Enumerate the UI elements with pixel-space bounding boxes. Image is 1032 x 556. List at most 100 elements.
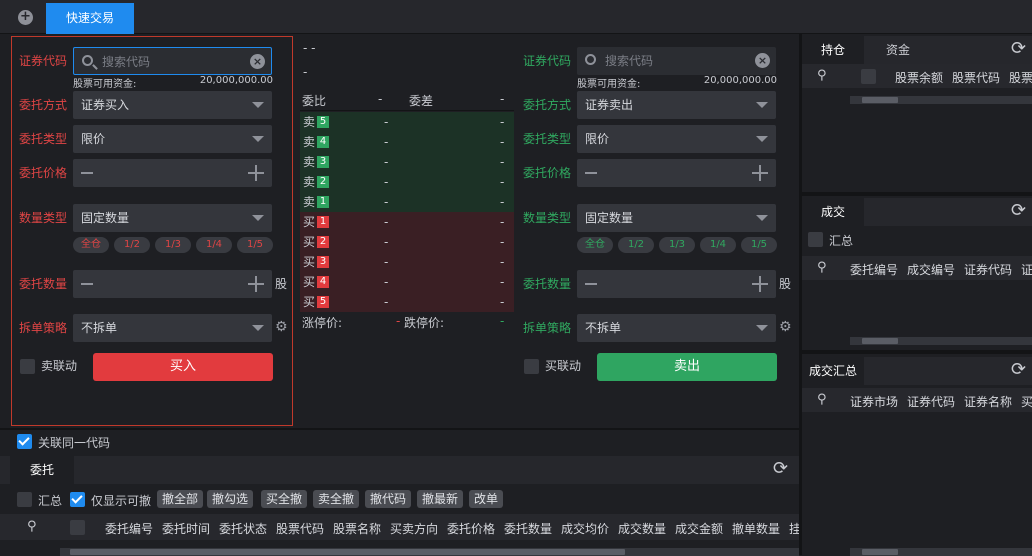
- col-more[interactable]: 买: [1021, 393, 1032, 410]
- buy-button[interactable]: 买入: [93, 353, 273, 381]
- col-stock-balance[interactable]: 股票余额: [895, 69, 943, 86]
- sell-order-way-select[interactable]: 证券卖出: [577, 91, 776, 119]
- col-order-no[interactable]: 委托编号: [105, 520, 153, 537]
- plus-icon[interactable]: [248, 165, 264, 181]
- sell-split-select[interactable]: 不拆单: [577, 314, 776, 342]
- buy-search-input[interactable]: 搜索代码 ×: [73, 47, 272, 75]
- cancel-selected-button[interactable]: 撤勾选: [207, 490, 254, 508]
- sell-chip-third[interactable]: 1/3: [659, 237, 695, 253]
- col-security-code[interactable]: 证券代码: [907, 393, 955, 410]
- search-icon[interactable]: ⚲: [27, 519, 37, 534]
- buy-qty-type-select[interactable]: 固定数量: [73, 204, 272, 232]
- buy-row-5[interactable]: 买 5 - -: [300, 292, 514, 312]
- refresh-icon[interactable]: ⟳: [1011, 359, 1026, 380]
- buy-row-3[interactable]: 买 3 - -: [300, 252, 514, 272]
- sell-chip-fifth[interactable]: 1/5: [741, 237, 777, 253]
- sell-order-type-select[interactable]: 限价: [577, 125, 776, 153]
- add-tab-icon[interactable]: +: [18, 10, 33, 25]
- tab-quick-trade[interactable]: 快速交易: [46, 3, 134, 34]
- col-order-no[interactable]: 委托编号: [850, 261, 898, 278]
- buy-link-checkbox[interactable]: [20, 359, 35, 374]
- search-icon[interactable]: ⚲: [817, 392, 827, 407]
- buy-qty-stepper[interactable]: [73, 270, 272, 298]
- sell-button[interactable]: 卖出: [597, 353, 777, 381]
- sell-qty-stepper[interactable]: [577, 270, 776, 298]
- refresh-icon[interactable]: ⟳: [773, 458, 788, 479]
- select-all-checkbox[interactable]: [70, 520, 85, 535]
- buy-row-4[interactable]: 买 4 - -: [300, 272, 514, 292]
- col-stock-name[interactable]: 股票名称: [333, 520, 381, 537]
- gear-icon[interactable]: ⚙: [779, 319, 792, 335]
- sell-row-2[interactable]: 卖 2 - -: [300, 172, 514, 192]
- sell-row-3[interactable]: 卖 3 - -: [300, 152, 514, 172]
- buy-row-1[interactable]: 买 1 - -: [300, 212, 514, 232]
- sell-link-checkbox[interactable]: [524, 359, 539, 374]
- buy-chip-third[interactable]: 1/3: [155, 237, 191, 253]
- cancel-by-code-button[interactable]: 撤代码: [365, 490, 412, 508]
- col-cancel-qty[interactable]: 撤单数量: [732, 520, 780, 537]
- tab-funds[interactable]: 资金: [866, 36, 930, 64]
- tab-orders[interactable]: 委托: [10, 456, 74, 484]
- col-order-time[interactable]: 委托时间: [162, 520, 210, 537]
- col-filled-qty[interactable]: 成交数量: [618, 520, 666, 537]
- col-more[interactable]: 挂: [789, 520, 799, 537]
- minus-icon[interactable]: [81, 283, 93, 285]
- minus-icon[interactable]: [585, 172, 597, 174]
- sell-chip-quarter[interactable]: 1/4: [700, 237, 736, 253]
- col-order-status[interactable]: 委托状态: [219, 520, 267, 537]
- orders-summary-checkbox[interactable]: [17, 492, 32, 507]
- cancel-all-sells-button[interactable]: 卖全撤: [313, 490, 360, 508]
- sell-row-4[interactable]: 卖 4 - -: [300, 132, 514, 152]
- buy-order-type-select[interactable]: 限价: [73, 125, 272, 153]
- only-cancelable-checkbox[interactable]: [70, 492, 85, 507]
- sell-row-5[interactable]: 卖 5 - -: [300, 112, 514, 132]
- buy-price-stepper[interactable]: [73, 159, 272, 187]
- col-security-code[interactable]: 证券代码: [964, 261, 1012, 278]
- minus-icon[interactable]: [81, 172, 93, 174]
- minus-icon[interactable]: [585, 283, 597, 285]
- buy-chip-half[interactable]: 1/2: [114, 237, 150, 253]
- modify-order-button[interactable]: 改单: [469, 490, 504, 508]
- buy-chip-all[interactable]: 全仓: [73, 237, 109, 253]
- clear-icon[interactable]: ×: [250, 54, 265, 69]
- buy-split-select[interactable]: 不拆单: [73, 314, 272, 342]
- tab-trades[interactable]: 成交: [802, 198, 864, 226]
- plus-icon[interactable]: [752, 165, 768, 181]
- sell-price-stepper[interactable]: [577, 159, 776, 187]
- tab-trade-summary[interactable]: 成交汇总: [802, 357, 864, 385]
- refresh-icon[interactable]: ⟳: [1011, 200, 1026, 221]
- plus-icon[interactable]: [248, 276, 264, 292]
- clear-icon[interactable]: ×: [755, 53, 770, 68]
- buy-order-way-select[interactable]: 证券买入: [73, 91, 272, 119]
- sell-search-input[interactable]: 搜索代码 ×: [577, 47, 776, 75]
- col-order-qty[interactable]: 委托数量: [504, 520, 552, 537]
- search-icon[interactable]: ⚲: [817, 260, 827, 275]
- trades-summary-checkbox[interactable]: [808, 232, 823, 247]
- col-trade-no[interactable]: 成交编号: [907, 261, 955, 278]
- sell-chip-all[interactable]: 全仓: [577, 237, 613, 253]
- cancel-latest-button[interactable]: 撤最新: [417, 490, 464, 508]
- link-same-code-checkbox[interactable]: [17, 434, 32, 449]
- refresh-icon[interactable]: ⟳: [1011, 38, 1026, 59]
- col-avg-price[interactable]: 成交均价: [561, 520, 609, 537]
- vertical-splitter[interactable]: [799, 34, 802, 555]
- horizontal-scrollbar[interactable]: [850, 96, 1032, 104]
- col-stock-code[interactable]: 股票代码: [276, 520, 324, 537]
- sell-chip-half[interactable]: 1/2: [618, 237, 654, 253]
- search-icon[interactable]: ⚲: [817, 68, 827, 83]
- cancel-all-button[interactable]: 撤全部: [157, 490, 204, 508]
- plus-icon[interactable]: [752, 276, 768, 292]
- sell-qty-type-select[interactable]: 固定数量: [577, 204, 776, 232]
- col-order-price[interactable]: 委托价格: [447, 520, 495, 537]
- col-market[interactable]: 证券市场: [850, 393, 898, 410]
- col-security-name[interactable]: 证券名称: [964, 393, 1012, 410]
- col-stock-code[interactable]: 股票代码: [952, 69, 1000, 86]
- cancel-all-buys-button[interactable]: 买全撤: [261, 490, 308, 508]
- select-all-checkbox[interactable]: [861, 69, 876, 84]
- tab-positions[interactable]: 持仓: [802, 36, 864, 64]
- col-filled-amount[interactable]: 成交金额: [675, 520, 723, 537]
- buy-row-2[interactable]: 买 2 - -: [300, 232, 514, 252]
- col-more[interactable]: 证: [1021, 261, 1032, 278]
- buy-chip-fifth[interactable]: 1/5: [237, 237, 273, 253]
- col-direction[interactable]: 买卖方向: [390, 520, 438, 537]
